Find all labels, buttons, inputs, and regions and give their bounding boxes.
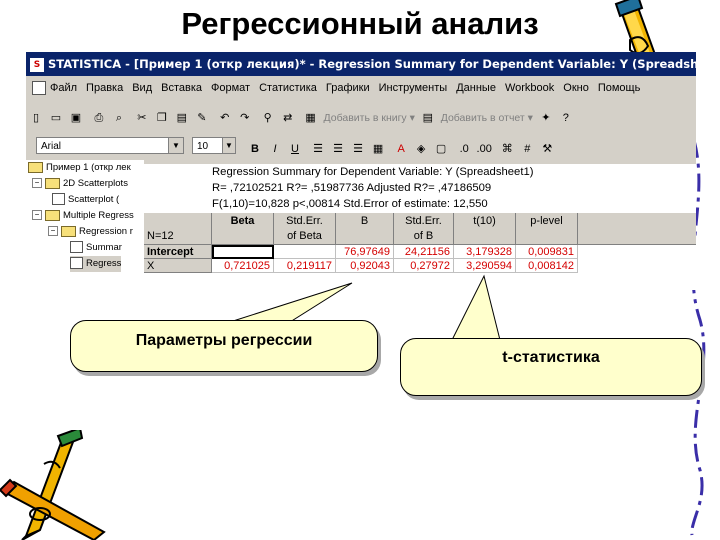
callout-tstat: t-статистика xyxy=(400,338,702,396)
callout-tstat-text: t-статистика xyxy=(502,349,600,366)
callout-params-text: Параметры регрессии xyxy=(135,332,313,349)
callout-params: Параметры регрессии xyxy=(70,320,378,372)
callout-pointers xyxy=(229,274,501,341)
